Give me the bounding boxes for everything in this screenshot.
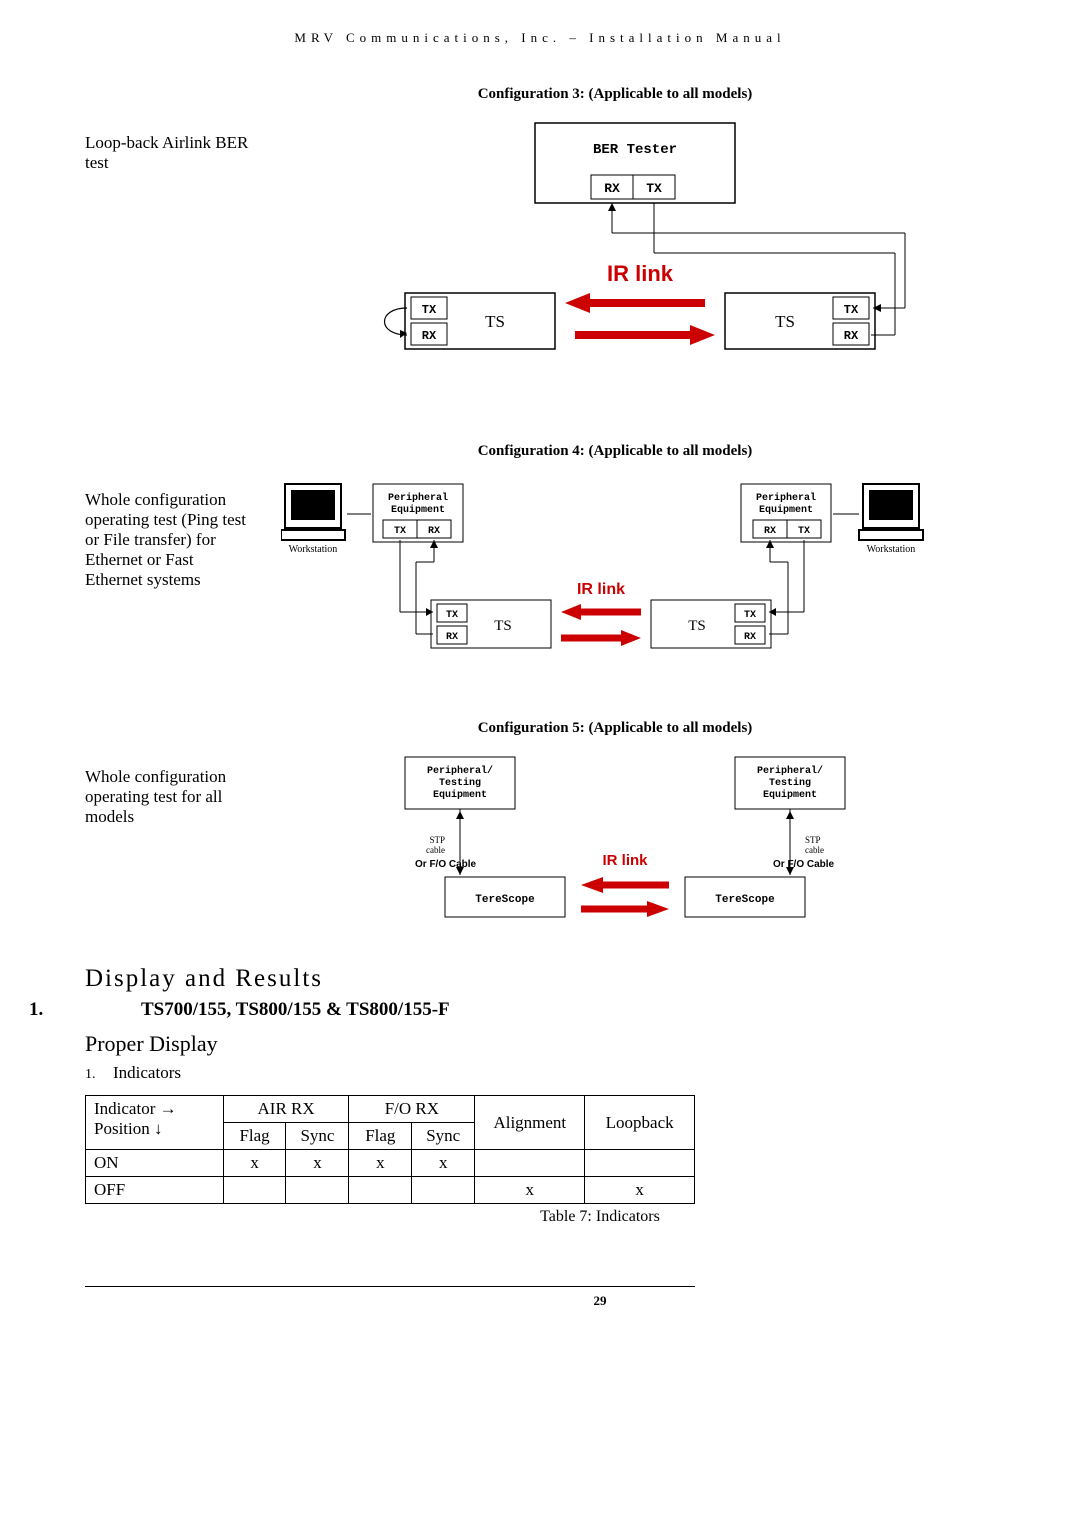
svg-text:STP: STP <box>429 835 445 845</box>
svg-text:Workstation: Workstation <box>867 544 916 555</box>
svg-text:TX: TX <box>422 303 437 317</box>
svg-text:STP: STP <box>805 835 821 845</box>
svg-text:Peripheral: Peripheral <box>388 492 448 504</box>
svg-text:Equipment: Equipment <box>759 504 813 516</box>
config4-side-label: Whole configuration operating test (Ping… <box>85 490 255 590</box>
svg-text:TX: TX <box>798 526 810 537</box>
svg-text:Or F/O Cable: Or F/O Cable <box>773 859 835 870</box>
svg-text:RX: RX <box>744 632 756 643</box>
footer-rule <box>85 1286 695 1287</box>
svg-text:TS: TS <box>688 618 706 634</box>
config3-diagram: BER Tester RX TX TX RX TS TX RX TS IR li… <box>355 113 915 403</box>
svg-text:TS: TS <box>485 312 505 331</box>
svg-text:Workstation: Workstation <box>289 544 338 555</box>
svg-text:TX: TX <box>844 303 859 317</box>
svg-text:cable: cable <box>805 845 824 855</box>
ir-link-label: IR link <box>607 261 674 286</box>
svg-text:Testing: Testing <box>769 777 811 789</box>
svg-text:TereScope: TereScope <box>715 894 775 906</box>
table-row: OFF x x <box>86 1177 695 1204</box>
svg-text:Peripheral/: Peripheral/ <box>757 765 823 777</box>
config5-diagram: Peripheral/ Testing Equipment Peripheral… <box>355 747 915 937</box>
table-row: ON x x x x <box>86 1150 695 1177</box>
config4-diagram: Workstation Peripheral Equipment TX RX P… <box>281 470 981 690</box>
indicators-table: Indicator → Position ↓ AIR RX F/O RX Ali… <box>85 1095 695 1204</box>
ber-tester-label: BER Tester <box>593 142 677 158</box>
config5-side-label: Whole configuration operating test for a… <box>85 767 255 827</box>
svg-text:TX: TX <box>646 181 662 196</box>
svg-text:Peripheral: Peripheral <box>756 492 816 504</box>
config4-caption: Configuration 4: (Applicable to all mode… <box>85 443 995 460</box>
svg-text:IR link: IR link <box>602 852 648 869</box>
svg-text:Equipment: Equipment <box>763 789 817 801</box>
svg-text:Or F/O Cable: Or F/O Cable <box>415 859 477 870</box>
svg-text:RX: RX <box>446 632 458 643</box>
svg-text:Equipment: Equipment <box>391 504 445 516</box>
svg-text:cable: cable <box>426 845 445 855</box>
table-row: Indicator → Position ↓ AIR RX F/O RX Ali… <box>86 1096 695 1123</box>
svg-text:Equipment: Equipment <box>433 789 487 801</box>
svg-text:TX: TX <box>744 610 756 621</box>
config3-side-label: Loop-back Airlink BER test <box>85 133 255 173</box>
indicators-list-item: 1.Indicators <box>85 1063 995 1083</box>
svg-text:TereScope: TereScope <box>475 894 535 906</box>
svg-text:RX: RX <box>764 526 776 537</box>
svg-text:TS: TS <box>494 618 512 634</box>
page-header: MRV Communications, Inc. – Installation … <box>85 30 995 46</box>
svg-text:RX: RX <box>604 181 620 196</box>
svg-text:RX: RX <box>428 526 440 537</box>
display-results-heading: Display and Results <box>85 965 995 993</box>
page-number: 29 <box>85 1293 995 1309</box>
proper-display-heading: Proper Display <box>85 1031 995 1057</box>
svg-text:TS: TS <box>775 312 795 331</box>
svg-text:RX: RX <box>844 329 859 343</box>
svg-text:TX: TX <box>394 526 406 537</box>
table-caption: Table 7: Indicators <box>85 1208 995 1226</box>
svg-text:Testing: Testing <box>439 777 481 789</box>
models-subheading: 1.TS700/155, TS800/155 & TS800/155-F <box>85 999 995 1021</box>
svg-text:Peripheral/: Peripheral/ <box>427 765 493 777</box>
svg-text:TX: TX <box>446 610 458 621</box>
config5-caption: Configuration 5: (Applicable to all mode… <box>85 720 995 737</box>
svg-text:IR link: IR link <box>577 581 625 598</box>
svg-text:RX: RX <box>422 329 437 343</box>
config3-caption: Configuration 3: (Applicable to all mode… <box>85 86 995 103</box>
